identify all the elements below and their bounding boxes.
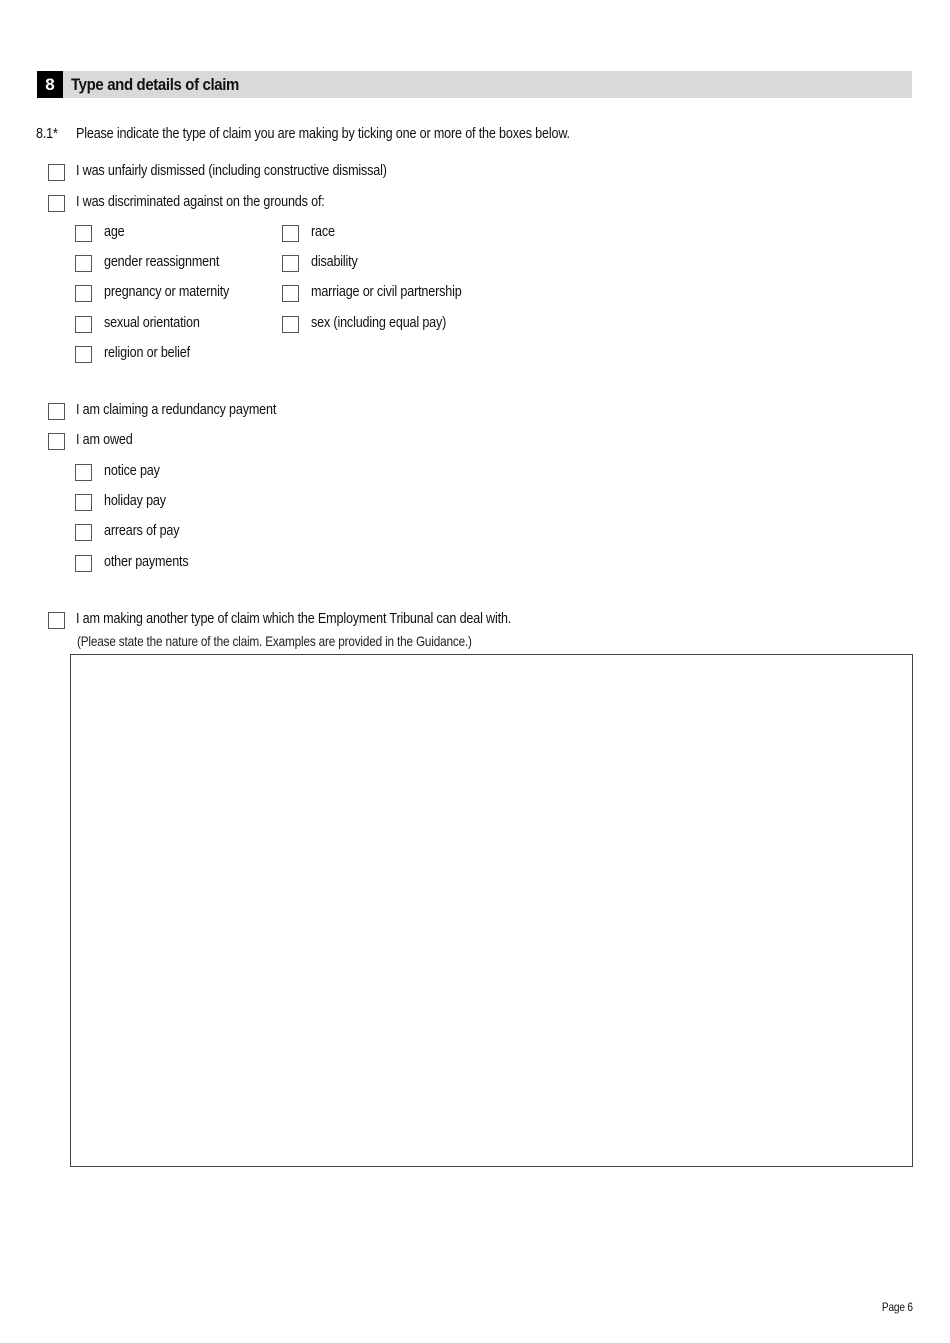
owed-notice-pay-checkbox[interactable]: [75, 464, 92, 481]
owed-notice-pay-label: notice pay: [104, 462, 160, 479]
page-number: Page 6: [882, 1300, 913, 1314]
ground-religion-checkbox[interactable]: [75, 346, 92, 363]
ground-gender-reassignment-label: gender reassignment: [104, 253, 220, 270]
ground-pregnancy-label: pregnancy or maternity: [104, 283, 230, 300]
owed-holiday-pay-label: holiday pay: [104, 492, 166, 509]
section-number: 8: [37, 71, 63, 98]
discrimination-checkbox[interactable]: [48, 195, 65, 212]
ground-disability-checkbox[interactable]: [282, 255, 299, 272]
ground-disability-label: disability: [311, 253, 358, 270]
ground-sexual-orientation-label: sexual orientation: [104, 314, 200, 331]
owed-label: I am owed: [76, 431, 133, 448]
ground-religion-label: religion or belief: [104, 344, 190, 361]
owed-arrears-label: arrears of pay: [104, 522, 180, 539]
other-claim-note: (Please state the nature of the claim. E…: [77, 633, 472, 649]
other-claim-checkbox[interactable]: [48, 612, 65, 629]
ground-sex-checkbox[interactable]: [282, 316, 299, 333]
owed-holiday-pay-checkbox[interactable]: [75, 494, 92, 511]
owed-arrears-checkbox[interactable]: [75, 524, 92, 541]
ground-marriage-checkbox[interactable]: [282, 285, 299, 302]
ground-sexual-orientation-checkbox[interactable]: [75, 316, 92, 333]
other-claim-label: I am making another type of claim which …: [76, 610, 512, 627]
ground-race-checkbox[interactable]: [282, 225, 299, 242]
ground-marriage-label: marriage or civil partnership: [311, 283, 462, 300]
other-claim-details-textbox[interactable]: [70, 654, 913, 1167]
redundancy-checkbox[interactable]: [48, 403, 65, 420]
unfair-dismissal-label: I was unfairly dismissed (including cons…: [76, 162, 387, 179]
question-text: Please indicate the type of claim you ar…: [76, 125, 570, 142]
section-title: Type and details of claim: [71, 75, 239, 94]
ground-gender-reassignment-checkbox[interactable]: [75, 255, 92, 272]
unfair-dismissal-checkbox[interactable]: [48, 164, 65, 181]
ground-sex-label: sex (including equal pay): [311, 314, 447, 331]
ground-race-label: race: [311, 223, 335, 240]
ground-age-label: age: [104, 223, 125, 240]
ground-age-checkbox[interactable]: [75, 225, 92, 242]
owed-other-payments-label: other payments: [104, 553, 189, 570]
question-number: 8.1*: [36, 125, 58, 142]
owed-other-payments-checkbox[interactable]: [75, 555, 92, 572]
discrimination-label: I was discriminated against on the groun…: [76, 193, 325, 210]
redundancy-label: I am claiming a redundancy payment: [76, 401, 277, 418]
ground-pregnancy-checkbox[interactable]: [75, 285, 92, 302]
owed-checkbox[interactable]: [48, 433, 65, 450]
